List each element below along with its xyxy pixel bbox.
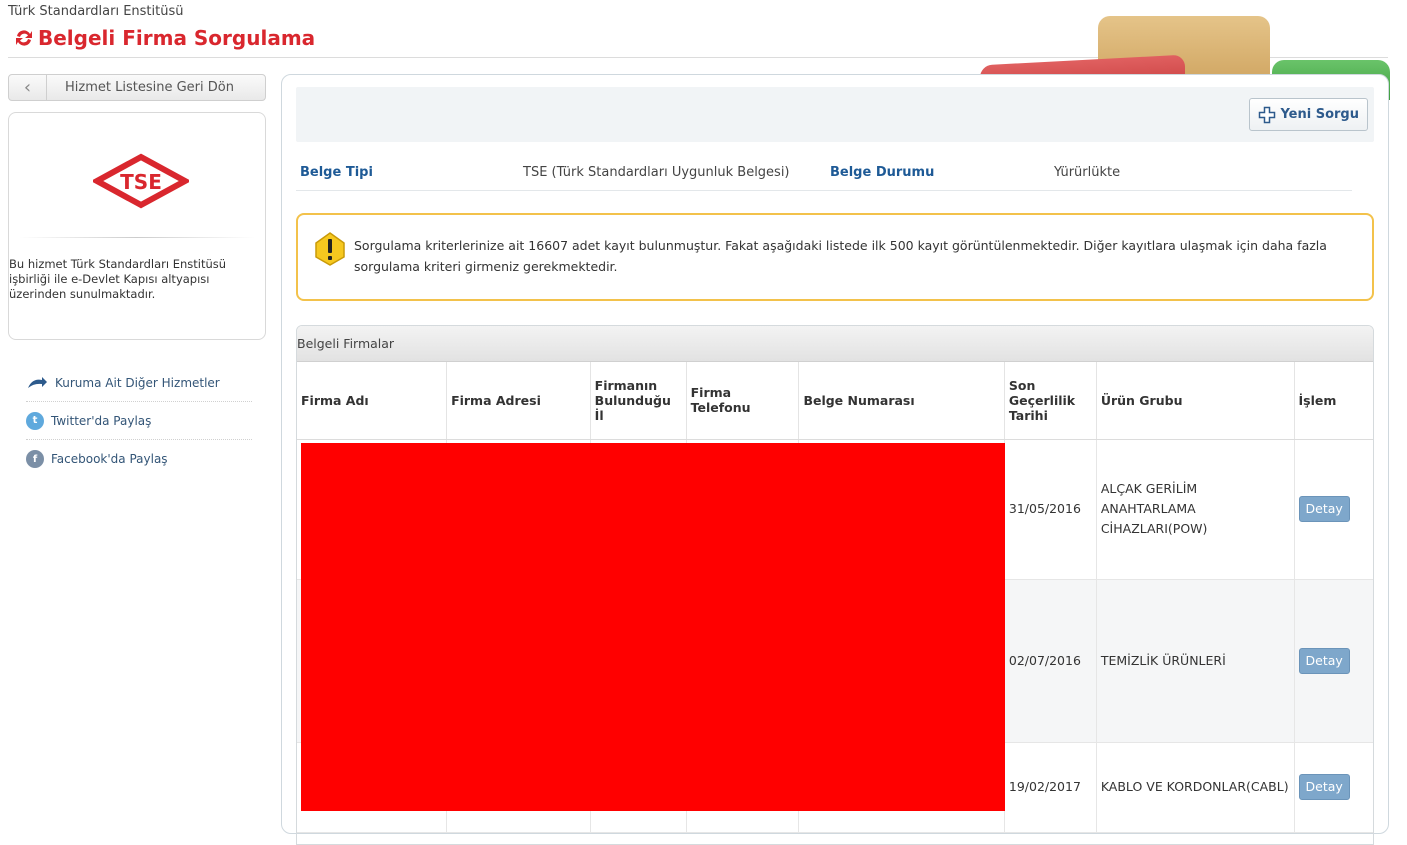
cell-action: Detay bbox=[1294, 439, 1373, 580]
facebook-share-link[interactable]: f Facebook'da Paylaş bbox=[26, 440, 252, 478]
warning-message: Sorgulama kriterlerinize ait 16607 adet … bbox=[296, 213, 1374, 301]
warning-icon bbox=[315, 232, 345, 266]
cell-expiry-date: 19/02/2017 bbox=[1004, 742, 1097, 833]
info-card: TSE Bu hizmet Türk Standardları Enstitüs… bbox=[8, 112, 266, 340]
col-header-expiry-date[interactable]: Son Geçerlilik Tarihi bbox=[1004, 362, 1097, 440]
toolbar: Yeni Sorgu bbox=[296, 87, 1374, 142]
other-services-link[interactable]: Kuruma Ait Diğer Hizmetler bbox=[26, 364, 252, 402]
page-title-text: Belgeli Firma Sorgulama bbox=[38, 26, 316, 50]
plus-icon bbox=[1259, 106, 1276, 123]
org-name: Türk Standardları Enstitüsü bbox=[8, 4, 184, 19]
detail-button[interactable]: Detay bbox=[1298, 496, 1350, 522]
new-query-label: Yeni Sorgu bbox=[1280, 107, 1359, 122]
col-header-firm-address[interactable]: Firma Adresi bbox=[446, 362, 591, 440]
col-header-firm-name[interactable]: Firma Adı bbox=[297, 362, 448, 440]
card-divider bbox=[19, 237, 255, 238]
tse-logo-text: TSE bbox=[120, 170, 162, 194]
new-query-button[interactable]: Yeni Sorgu bbox=[1249, 98, 1368, 131]
cell-expiry-date: 31/05/2016 bbox=[1004, 439, 1097, 580]
facebook-share-label: Facebook'da Paylaş bbox=[51, 452, 168, 466]
twitter-share-label: Twitter'da Paylaş bbox=[51, 413, 152, 428]
col-header-firm-city[interactable]: Firmanın Bulunduğu İl bbox=[590, 362, 687, 440]
doc-status-label: Belge Durumu bbox=[830, 165, 935, 180]
doc-status-value: Yürürlükte bbox=[1054, 165, 1121, 180]
table-caption: Belgeli Firmalar bbox=[297, 326, 1373, 362]
main-panel: Yeni Sorgu Belge Tipi TSE (Türk Standard… bbox=[281, 74, 1389, 845]
side-links: Kuruma Ait Diğer Hizmetler t Twitter'da … bbox=[26, 364, 252, 478]
tse-logo: TSE bbox=[93, 153, 189, 209]
col-header-firm-phone[interactable]: Firma Telefonu bbox=[686, 362, 800, 440]
detail-button[interactable]: Detay bbox=[1298, 774, 1350, 800]
arrow-icon bbox=[28, 376, 47, 388]
cell-product-group: ALÇAK GERİLİM ANAHTARLAMA CİHAZLARI(POW) bbox=[1096, 439, 1295, 580]
twitter-share-link[interactable]: t Twitter'da Paylaş bbox=[26, 402, 252, 440]
detail-button[interactable]: Detay bbox=[1298, 647, 1350, 674]
certified-firms-panel: Belgeli Firmalar Firma Adı Firma Adresi … bbox=[296, 325, 1374, 845]
table-header-row: Firma Adı Firma Adresi Firmanın Bulunduğ… bbox=[297, 362, 1373, 440]
other-services-label: Kuruma Ait Diğer Hizmetler bbox=[55, 375, 220, 390]
col-header-action: İşlem bbox=[1294, 362, 1373, 440]
service-info-text: Bu hizmet Türk Standardları Enstitüsü iş… bbox=[9, 257, 227, 301]
cell-product-group: KABLO VE KORDONLAR(CABL) bbox=[1096, 742, 1295, 833]
refresh-logo-icon bbox=[16, 30, 32, 46]
warning-text: Sorgulama kriterlerinize ait 16607 adet … bbox=[354, 238, 1327, 274]
chevron-left-icon: ‹ bbox=[9, 75, 47, 100]
col-header-doc-number[interactable]: Belge Numarası bbox=[798, 362, 1005, 440]
page-title: Belgeli Firma Sorgulama bbox=[14, 26, 315, 50]
cell-product-group: TEMİZLİK ÜRÜNLERİ bbox=[1096, 579, 1295, 743]
redaction-block bbox=[301, 443, 1005, 811]
back-button-label: Hizmet Listesine Geri Dön bbox=[65, 80, 234, 95]
doc-type-label: Belge Tipi bbox=[300, 165, 373, 180]
doc-type-value: TSE (Türk Standardları Uygunluk Belgesi) bbox=[523, 165, 790, 180]
twitter-icon: t bbox=[26, 411, 44, 430]
document-meta-row: Belge Tipi TSE (Türk Standardları Uygunl… bbox=[296, 155, 1352, 191]
cell-expiry-date: 02/07/2016 bbox=[1004, 579, 1097, 743]
cell-action: Detay bbox=[1294, 579, 1373, 743]
cell-action: Detay bbox=[1294, 742, 1373, 833]
col-header-product-group[interactable]: Ürün Grubu bbox=[1096, 362, 1295, 440]
facebook-icon: f bbox=[26, 450, 44, 468]
back-to-services-button[interactable]: ‹ Hizmet Listesine Geri Dön bbox=[8, 74, 266, 101]
